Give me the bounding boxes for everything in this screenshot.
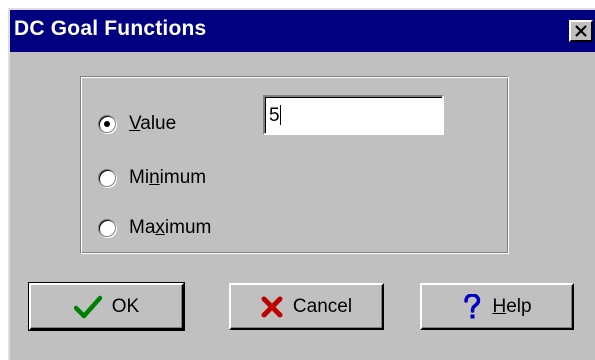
radio-minimum-label: Minimum — [129, 167, 207, 188]
question-icon — [462, 293, 482, 320]
radio-value-label: Value — [129, 113, 177, 134]
value-input[interactable]: 5 — [263, 95, 444, 135]
cancel-button[interactable]: Cancel — [229, 283, 384, 330]
cancel-button-label: Cancel — [292, 295, 353, 317]
close-button[interactable] — [569, 20, 593, 42]
checkmark-icon — [73, 295, 102, 319]
radio-button-maximum[interactable] — [98, 219, 116, 237]
text-caret — [279, 105, 281, 125]
title-bar[interactable]: DC Goal Functions — [10, 10, 595, 52]
close-icon — [575, 25, 587, 37]
window-title: DC Goal Functions — [14, 17, 207, 40]
help-button-label: Help — [492, 295, 532, 317]
ok-button-label: OK — [111, 295, 140, 317]
radio-selected-dot — [104, 121, 110, 127]
radio-value[interactable]: Value — [98, 112, 176, 136]
help-button[interactable]: Help — [420, 283, 574, 330]
radio-button-minimum[interactable] — [98, 169, 116, 187]
radio-button-value[interactable] — [98, 115, 116, 133]
radio-minimum[interactable]: Minimum — [98, 166, 206, 190]
value-input-text: 5 — [269, 105, 280, 126]
radio-maximum-label: Maximum — [129, 217, 212, 238]
x-icon — [261, 296, 283, 318]
radio-maximum[interactable]: Maximum — [98, 216, 211, 240]
ok-button[interactable]: OK — [28, 282, 185, 331]
